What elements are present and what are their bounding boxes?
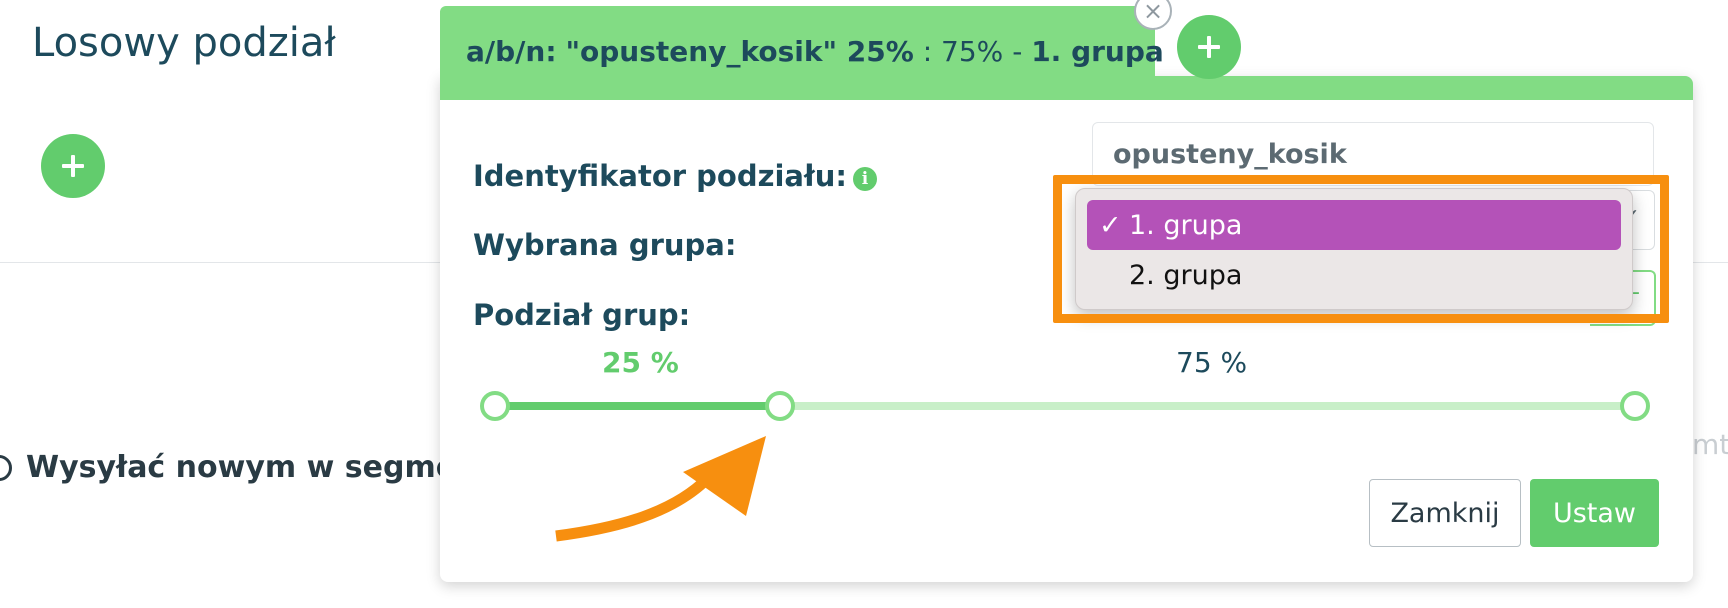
split-slider-fill: [495, 402, 780, 410]
segment-option-label: Wysyłać nowym w segmen: [26, 450, 478, 485]
selected-group-label: Wybrana grupa:: [473, 228, 737, 262]
plus-icon: [62, 155, 84, 177]
set-button[interactable]: Ustaw: [1530, 479, 1659, 547]
slider-handle-end[interactable]: [1620, 391, 1650, 421]
split-id-label: Identyfikator podziału: i: [473, 159, 877, 193]
group2-percent: 75 %: [1176, 346, 1248, 379]
segment-option[interactable]: Wysyłać nowym w segmen: [0, 450, 477, 485]
tab-group: 1. grupa: [1031, 34, 1164, 68]
add-tab-button[interactable]: [1177, 15, 1241, 79]
close-button[interactable]: Zamknij: [1369, 479, 1521, 547]
radio-button[interactable]: [0, 454, 12, 481]
split-slider-track[interactable]: [495, 402, 1635, 410]
group-split-label: Podział grup:: [473, 298, 691, 332]
tab-ab-split[interactable]: a/b/n: "opusteny_kosik" 25% : 75% - 1. g…: [440, 6, 1164, 96]
page-title: Losowy podział: [32, 20, 336, 66]
group1-percent: 25 %: [602, 346, 679, 379]
tab-separator: : 75% -: [922, 34, 1023, 68]
annotation-highlight-box: [1053, 175, 1669, 323]
slider-handle-start[interactable]: [480, 391, 510, 421]
annotation-arrow-icon: [555, 436, 766, 542]
tab-split-name: "opusteny_kosik" 25%: [565, 34, 914, 68]
background-text: mt: [1692, 428, 1728, 461]
info-icon[interactable]: i: [853, 167, 877, 191]
split-id-label-text: Identyfikator podziału:: [473, 159, 847, 193]
tab-prefix: a/b/n:: [466, 34, 557, 68]
add-split-button[interactable]: [41, 134, 105, 198]
slider-handle-split[interactable]: [765, 391, 795, 421]
plus-icon: [1198, 36, 1220, 58]
